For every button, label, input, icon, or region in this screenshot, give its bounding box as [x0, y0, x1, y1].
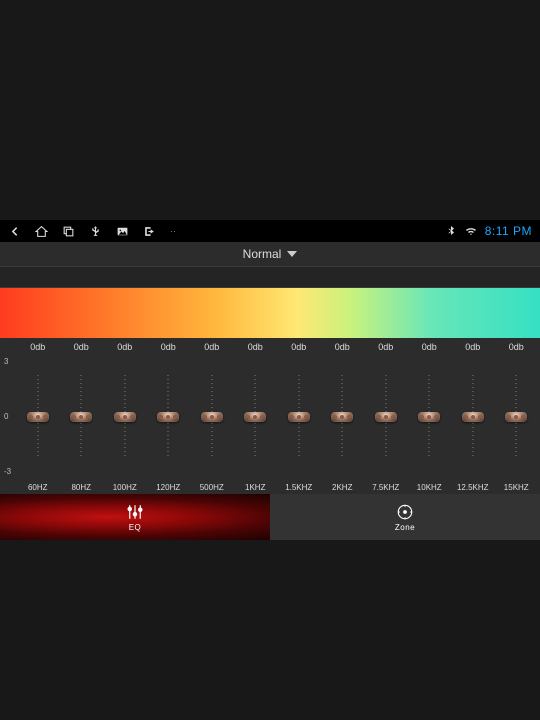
- eq-band: 0db 7.5KHZ: [364, 338, 408, 494]
- slider-thumb[interactable]: [418, 412, 440, 422]
- wifi-icon: [465, 225, 477, 237]
- chevron-down-icon: [287, 251, 297, 257]
- band-slider[interactable]: [495, 354, 539, 480]
- band-slider[interactable]: [60, 354, 104, 480]
- scale-mid: 0: [4, 413, 16, 421]
- home-icon: [35, 225, 48, 238]
- band-freq-label: 100HZ: [113, 480, 137, 494]
- bluetooth-icon: [445, 225, 457, 237]
- recent-icon: [62, 225, 75, 238]
- slider-thumb[interactable]: [70, 412, 92, 422]
- tab-eq-label: EQ: [129, 523, 142, 532]
- slider-thumb[interactable]: [288, 412, 310, 422]
- eq-band: 0db 10KHZ: [408, 338, 452, 494]
- preset-selector[interactable]: Normal: [0, 242, 540, 266]
- status-bar: ·· 8:11 PM: [0, 220, 540, 242]
- exit-button[interactable]: [143, 225, 156, 238]
- exit-icon: [143, 225, 156, 238]
- image-button[interactable]: [116, 225, 129, 238]
- band-freq-label: 80HZ: [71, 480, 91, 494]
- sliders-icon: [126, 503, 144, 521]
- band-db-label: 0db: [465, 342, 480, 354]
- band-freq-label: 10KHZ: [417, 480, 442, 494]
- eq-band: 0db 500HZ: [190, 338, 234, 494]
- band-db-label: 0db: [117, 342, 132, 354]
- band-freq-label: 1KHZ: [245, 480, 265, 494]
- band-db-label: 0db: [335, 342, 350, 354]
- band-slider[interactable]: [364, 354, 408, 480]
- tab-eq[interactable]: EQ: [0, 494, 270, 540]
- band-db-label: 0db: [378, 342, 393, 354]
- eq-band: 0db 1KHZ: [234, 338, 278, 494]
- spectrum-gradient: [0, 288, 540, 338]
- status-indicators: 8:11 PM: [445, 224, 532, 238]
- band-freq-label: 120HZ: [156, 480, 180, 494]
- band-freq-label: 12.5KHZ: [457, 480, 489, 494]
- band-db-label: 0db: [30, 342, 45, 354]
- eq-band: 0db 100HZ: [103, 338, 147, 494]
- band-slider[interactable]: [147, 354, 191, 480]
- eq-band: 0db 15KHZ: [495, 338, 539, 494]
- band-db-label: 0db: [509, 342, 524, 354]
- equalizer-bands: 3 0 -3 0db60HZ0db80HZ0db100HZ0db120HZ0db…: [0, 338, 540, 494]
- back-button[interactable]: [8, 225, 21, 238]
- eq-band: 0db 80HZ: [60, 338, 104, 494]
- band-db-label: 0db: [204, 342, 219, 354]
- more-indicator: ··: [170, 226, 176, 236]
- preset-label: Normal: [243, 247, 282, 261]
- band-slider[interactable]: [16, 354, 60, 480]
- eq-band: 0db 60HZ: [16, 338, 60, 494]
- band-db-label: 0db: [161, 342, 176, 354]
- band-freq-label: 60HZ: [28, 480, 48, 494]
- clock: 8:11 PM: [485, 224, 532, 238]
- slider-thumb[interactable]: [331, 412, 353, 422]
- recent-button[interactable]: [62, 225, 75, 238]
- band-freq-label: 15KHZ: [504, 480, 529, 494]
- image-icon: [116, 225, 129, 238]
- response-curve: [0, 266, 540, 288]
- band-db-label: 0db: [74, 342, 89, 354]
- band-slider[interactable]: [103, 354, 147, 480]
- eq-band: 0db 12.5KHZ: [451, 338, 495, 494]
- band-db-label: 0db: [291, 342, 306, 354]
- band-freq-label: 7.5KHZ: [372, 480, 399, 494]
- usb-icon: [89, 225, 102, 238]
- band-freq-label: 1.5KHZ: [285, 480, 312, 494]
- slider-thumb[interactable]: [114, 412, 136, 422]
- band-freq-label: 2KHZ: [332, 480, 352, 494]
- slider-thumb[interactable]: [505, 412, 527, 422]
- tab-zone-label: Zone: [395, 523, 415, 532]
- slider-thumb[interactable]: [462, 412, 484, 422]
- band-slider[interactable]: [234, 354, 278, 480]
- band-freq-label: 500HZ: [200, 480, 224, 494]
- band-db-label: 0db: [422, 342, 437, 354]
- eq-band: 0db 2KHZ: [321, 338, 365, 494]
- band-slider[interactable]: [277, 354, 321, 480]
- band-slider[interactable]: [190, 354, 234, 480]
- band-db-label: 0db: [248, 342, 263, 354]
- band-slider[interactable]: [408, 354, 452, 480]
- eq-band: 0db 1.5KHZ: [277, 338, 321, 494]
- slider-thumb[interactable]: [375, 412, 397, 422]
- nav-controls: ··: [8, 225, 176, 238]
- slider-thumb[interactable]: [157, 412, 179, 422]
- slider-thumb[interactable]: [244, 412, 266, 422]
- eq-band: 0db 120HZ: [147, 338, 191, 494]
- equalizer-app: ·· 8:11 PM Normal 3 0 -3 0db60HZ0db80HZ0…: [0, 220, 540, 540]
- bottom-tabs: EQ Zone: [0, 494, 540, 540]
- slider-thumb[interactable]: [27, 412, 49, 422]
- band-slider[interactable]: [321, 354, 365, 480]
- slider-thumb[interactable]: [201, 412, 223, 422]
- band-slider[interactable]: [451, 354, 495, 480]
- home-button[interactable]: [35, 225, 48, 238]
- back-icon: [8, 225, 21, 238]
- tab-zone[interactable]: Zone: [270, 494, 540, 540]
- gain-scale: 3 0 -3: [2, 338, 16, 494]
- scale-min: -3: [4, 468, 16, 476]
- scale-max: 3: [4, 358, 16, 366]
- usb-button[interactable]: [89, 225, 102, 238]
- zone-icon: [396, 503, 414, 521]
